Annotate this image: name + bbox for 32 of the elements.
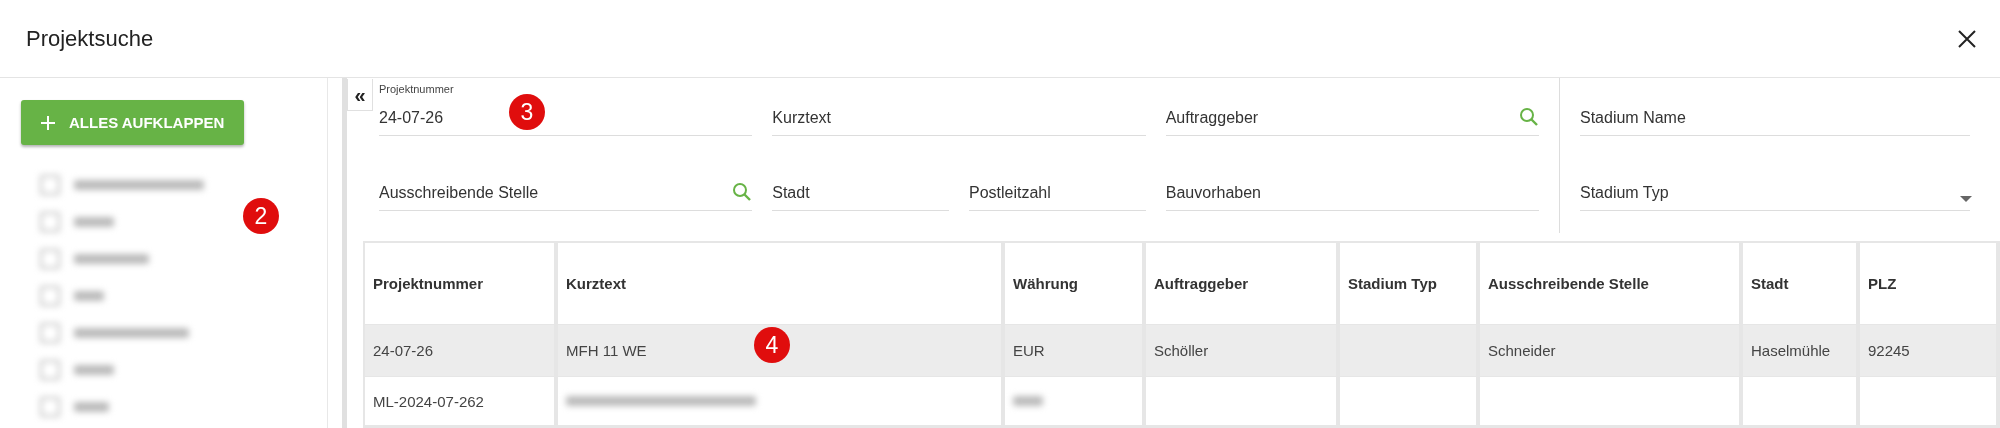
collapse-button[interactable]: « <box>347 79 373 111</box>
input-field[interactable]: Kurztext <box>772 82 1146 136</box>
table-cell: 24-07-26 <box>373 342 434 359</box>
dropdown-caret-icon[interactable] <box>1960 196 1972 202</box>
table-cell: MFH 11 WE <box>566 342 647 359</box>
number-marker: 2 <box>243 198 279 234</box>
input-field[interactable]: Bauvorhaben <box>1165 157 1539 211</box>
close-icon[interactable] <box>1958 29 1976 48</box>
input-field[interactable]: Ausschreibende Stelle <box>379 157 753 211</box>
table-cell: EUR <box>1013 342 1045 359</box>
table-cell: Haselmühle <box>1751 342 1831 359</box>
table-cell: 92245 <box>1868 342 1910 359</box>
field-label: Projektnummer <box>379 83 454 95</box>
blurred-label <box>74 217 114 227</box>
blurred-label <box>74 402 109 412</box>
input-field[interactable]: Stadium Name <box>1580 82 1970 136</box>
input-field[interactable]: Postleitzahl <box>969 157 1146 211</box>
input-field[interactable]: Stadt <box>772 157 949 211</box>
plus-icon <box>41 115 55 130</box>
input-field[interactable]: Auftraggeber <box>1165 82 1539 136</box>
number-marker: 3 <box>509 94 545 130</box>
input-field[interactable]: Stadium Typ <box>1580 157 1970 211</box>
blurred-label <box>74 365 114 375</box>
window-title: Projektsuche <box>26 25 154 52</box>
blurred-text <box>1013 396 1043 406</box>
table-cell: ML-2024-07-262 <box>373 392 484 410</box>
table-row[interactable]: ML-2024-07-262 <box>365 377 2000 426</box>
search-icon[interactable] <box>732 182 753 202</box>
table-cell: Schöller <box>1154 342 1209 359</box>
blurred-label <box>74 291 104 301</box>
search-icon[interactable] <box>1519 107 1539 127</box>
table-cell: Schneider <box>1488 342 1556 359</box>
